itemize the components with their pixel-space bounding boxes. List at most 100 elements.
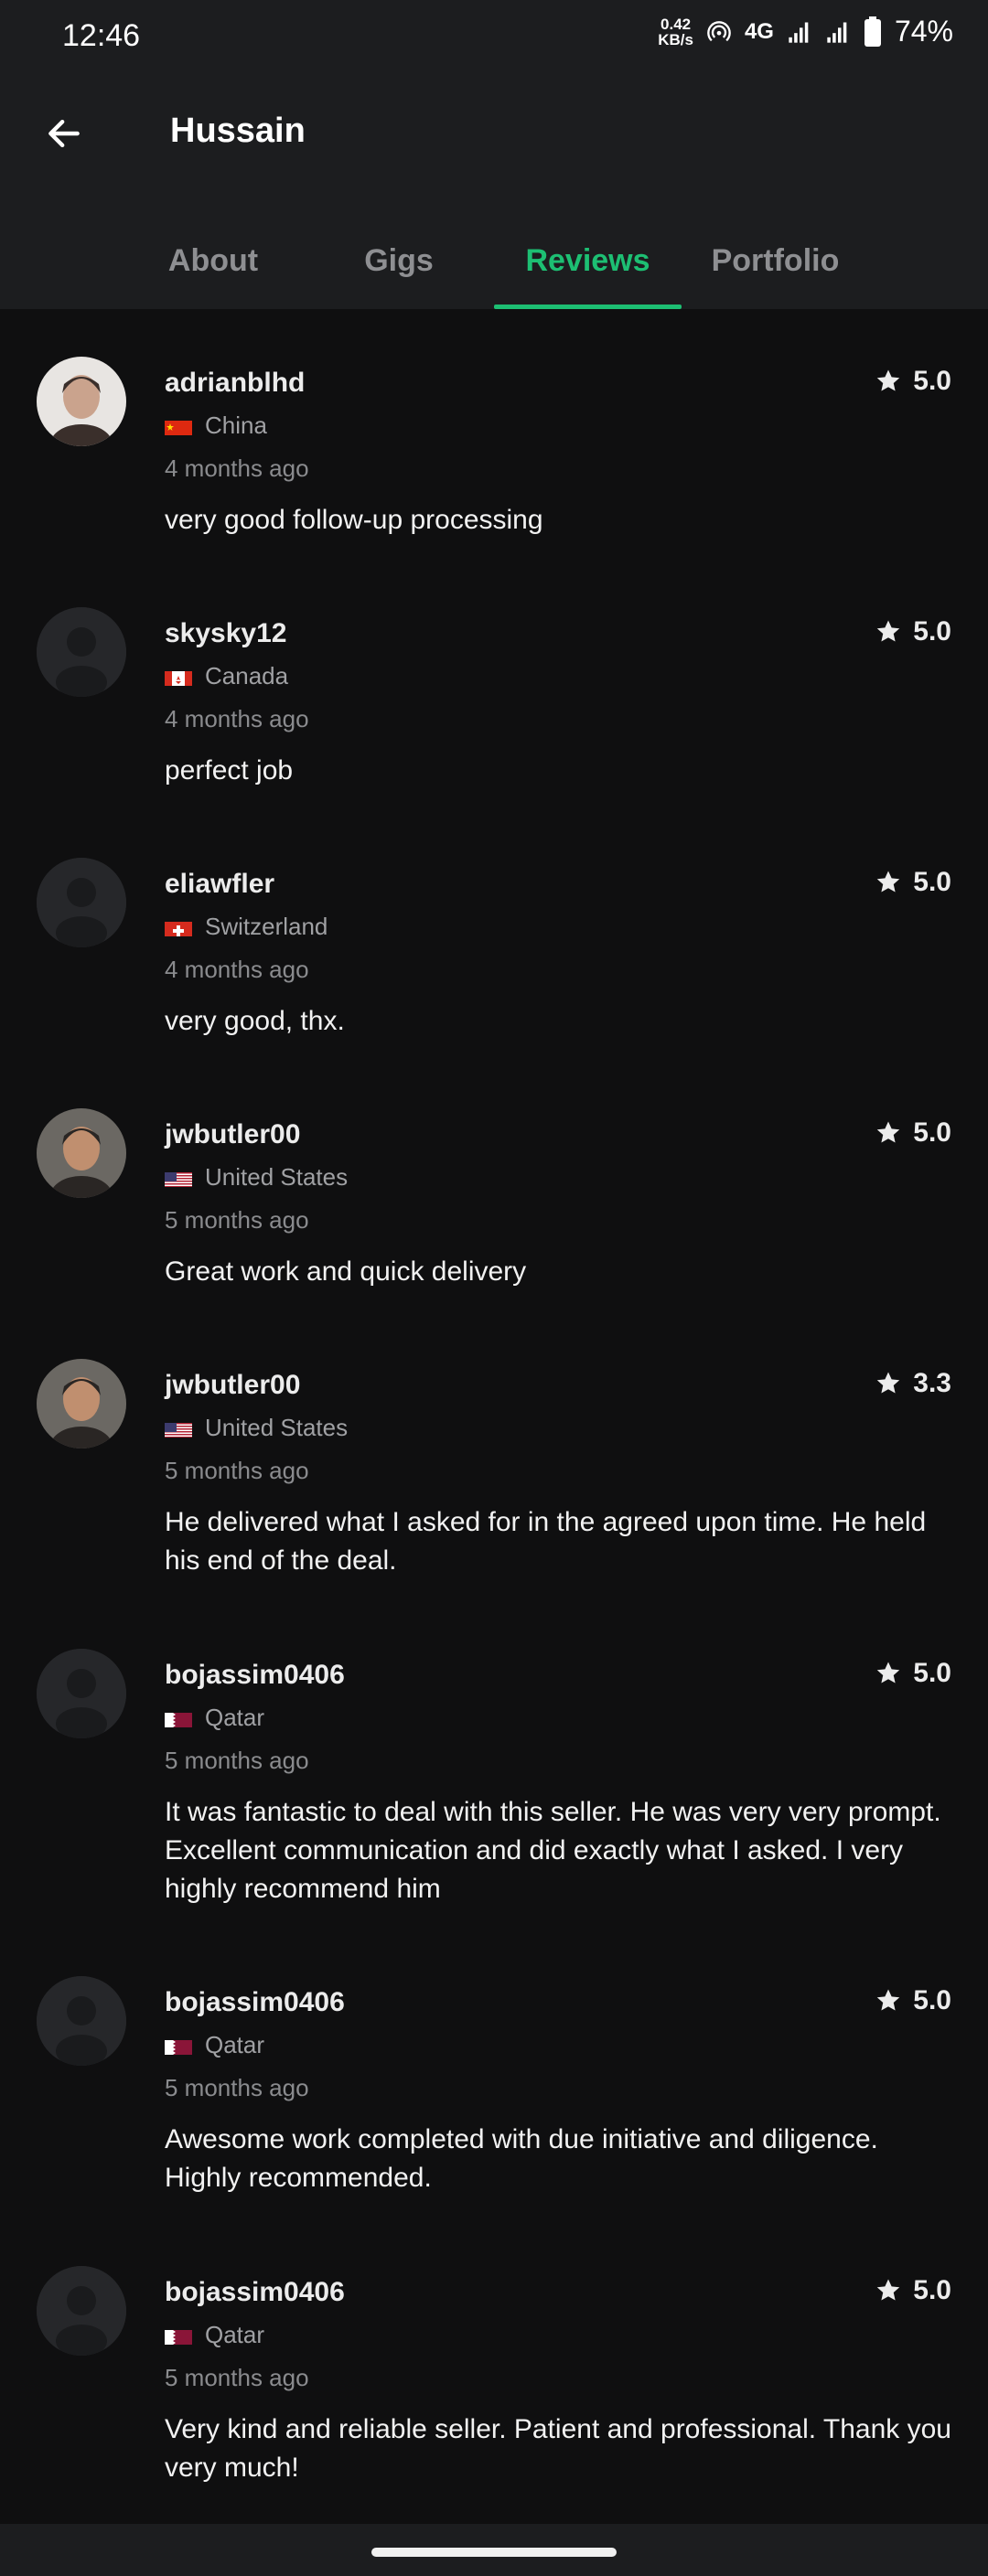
- tab-portfolio[interactable]: Portfolio: [695, 212, 855, 309]
- profile-photo-icon: [37, 1108, 126, 1198]
- status-time: 12:46: [62, 18, 141, 53]
- star-icon: [877, 620, 900, 642]
- review-comment: Very kind and reliable seller. Patient a…: [165, 2414, 951, 2483]
- country-name: Qatar: [205, 2321, 265, 2348]
- profile-photo-icon: [37, 1359, 126, 1448]
- review-time: 5 months ago: [165, 1206, 309, 1234]
- reviewer-name[interactable]: eliawfler: [165, 869, 274, 900]
- country-name: Qatar: [205, 1704, 265, 1731]
- rating-value: 5.0: [913, 1658, 951, 1688]
- profile-photo-icon: [37, 357, 126, 446]
- reviewer-name[interactable]: adrianblhd: [165, 368, 305, 399]
- review-time: 5 months ago: [165, 1457, 309, 1484]
- status-icons: 0.42 KB/s 4G 74%: [658, 15, 953, 48]
- battery-percent: 74%: [894, 15, 953, 48]
- country-name: Switzerland: [205, 913, 328, 940]
- star-icon: [877, 369, 900, 391]
- review-time: 4 months ago: [165, 454, 309, 482]
- home-indicator[interactable]: [371, 2548, 617, 2557]
- reviewer-country: China: [165, 412, 267, 440]
- signal-icon: [789, 22, 809, 43]
- rating-value: 5.0: [913, 1117, 951, 1148]
- star-icon: [877, 1121, 900, 1143]
- review-time: 5 months ago: [165, 1747, 309, 1774]
- net-speed-unit: KB/s: [658, 30, 693, 48]
- rating-value: 5.0: [913, 616, 951, 647]
- avatar[interactable]: [37, 357, 126, 446]
- star-icon: [877, 1989, 900, 2011]
- avatar[interactable]: [37, 1108, 126, 1198]
- reviewer-country: Qatar: [165, 2321, 264, 2349]
- network-type: 4G: [744, 18, 774, 44]
- flag-qa-icon: [165, 2326, 192, 2345]
- user-placeholder-icon: [37, 2266, 126, 2356]
- rating-value: 5.0: [913, 2275, 951, 2305]
- rating-value: 5.0: [913, 867, 951, 897]
- flag-qa-icon: [165, 1709, 192, 1727]
- reviewer-country: Qatar: [165, 2031, 264, 2059]
- rating: 5.0: [875, 616, 951, 647]
- country-name: Canada: [205, 662, 289, 689]
- review-time: 4 months ago: [165, 956, 309, 983]
- flag-us-icon: [165, 1169, 192, 1187]
- review-comment: very good follow-up processing: [165, 505, 543, 535]
- country-name: United States: [205, 1414, 349, 1441]
- star-icon: [877, 1372, 900, 1394]
- review-time: 5 months ago: [165, 2364, 309, 2391]
- country-name: China: [205, 412, 267, 439]
- review-comment: Great work and quick delivery: [165, 1256, 527, 1287]
- rating: 5.0: [875, 366, 951, 397]
- avatar[interactable]: [37, 1359, 126, 1448]
- reviewer-country: United States: [165, 1414, 348, 1442]
- reviewer-country: Qatar: [165, 1704, 264, 1732]
- reviewer-name[interactable]: jwbutler00: [165, 1370, 300, 1401]
- review-time: 4 months ago: [165, 705, 309, 732]
- country-name: Qatar: [205, 2031, 265, 2058]
- avatar[interactable]: [37, 1649, 126, 1738]
- user-placeholder-icon: [37, 607, 126, 697]
- tab-bar: About Gigs Reviews Portfolio: [0, 212, 988, 309]
- tab-reviews[interactable]: Reviews: [494, 212, 682, 309]
- user-placeholder-icon: [37, 1649, 126, 1738]
- avatar[interactable]: [37, 1976, 126, 2066]
- reviewer-country: Switzerland: [165, 913, 328, 941]
- page-title: Hussain: [170, 112, 306, 150]
- active-tab-indicator: [494, 305, 682, 309]
- reviewer-name[interactable]: bojassim0406: [165, 2277, 345, 2308]
- signal-icon-2: [827, 22, 847, 43]
- tab-about[interactable]: About: [137, 212, 289, 309]
- battery-icon: [864, 16, 881, 47]
- avatar[interactable]: [37, 607, 126, 697]
- rating-value: 5.0: [913, 366, 951, 396]
- rating: 3.3: [875, 1368, 951, 1399]
- avatar[interactable]: [37, 858, 126, 947]
- flag-ch-icon: [165, 918, 192, 936]
- net-speed-value: 0.42: [660, 15, 692, 33]
- reviewer-country: United States: [165, 1163, 348, 1192]
- star-icon: [877, 2279, 900, 2301]
- country-name: United States: [205, 1163, 349, 1191]
- review-comment: Awesome work completed with due initiati…: [165, 2124, 878, 2193]
- review-time: 5 months ago: [165, 2074, 309, 2101]
- review-comment: very good, thx.: [165, 1006, 345, 1036]
- review-comment: perfect job: [165, 755, 294, 786]
- hotspot-icon: [707, 20, 731, 41]
- avatar[interactable]: [37, 2266, 126, 2356]
- net-speed: 0.42 KB/s: [658, 16, 693, 48]
- status-bar: 12:46 0.42 KB/s 4G 74%: [0, 0, 988, 73]
- reviewer-name[interactable]: bojassim0406: [165, 1660, 345, 1691]
- reviewer-name[interactable]: skysky12: [165, 618, 286, 649]
- reviewer-name[interactable]: bojassim0406: [165, 1987, 345, 2018]
- reviewer-country: Canada: [165, 662, 288, 690]
- rating: 5.0: [875, 1985, 951, 2016]
- back-button[interactable]: [37, 106, 91, 161]
- flag-us-icon: [165, 1419, 192, 1438]
- rating: 5.0: [875, 2275, 951, 2306]
- rating: 5.0: [875, 1658, 951, 1689]
- flag-qa-icon: [165, 2036, 192, 2055]
- star-icon: [877, 1662, 900, 1683]
- rating-value: 3.3: [913, 1368, 951, 1398]
- tab-gigs[interactable]: Gigs: [307, 212, 490, 309]
- reviewer-name[interactable]: jwbutler00: [165, 1119, 300, 1150]
- review-comment: It was fantastic to deal with this selle…: [165, 1797, 941, 1904]
